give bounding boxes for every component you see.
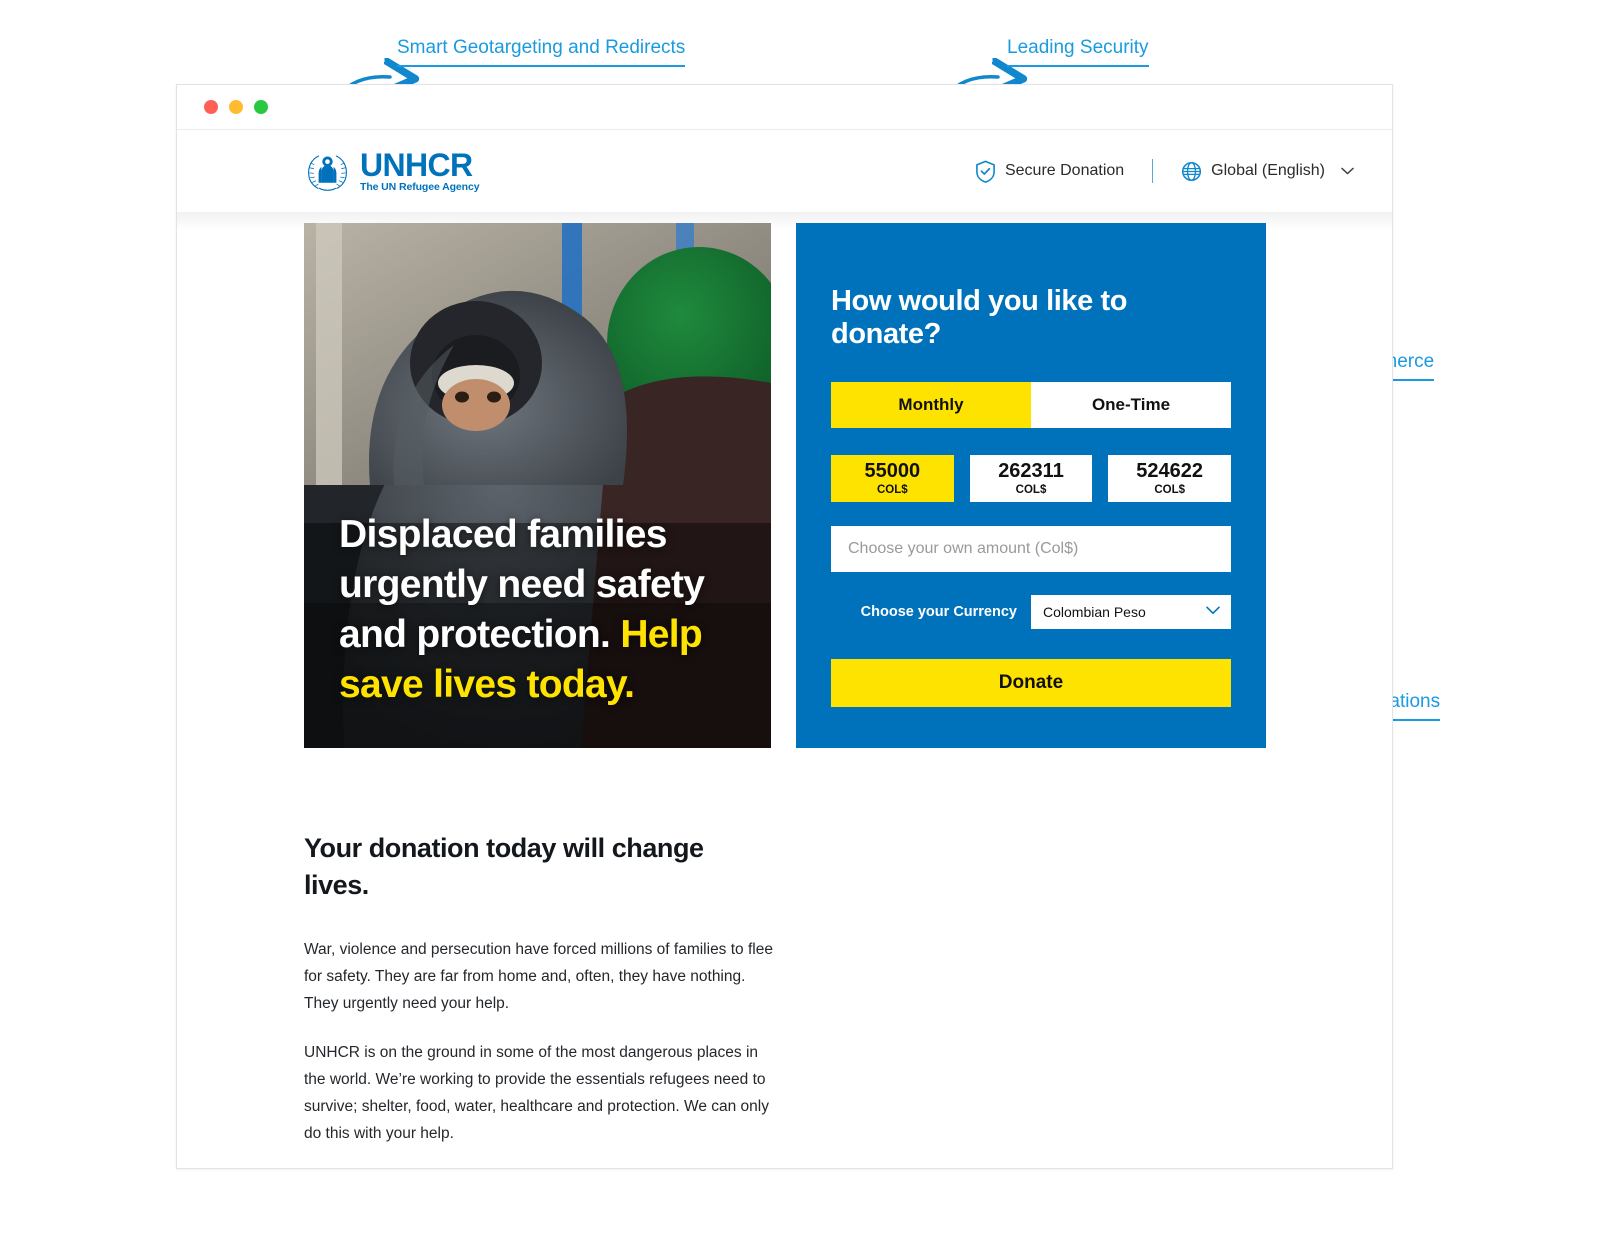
locale-label: Global (English) bbox=[1211, 162, 1325, 179]
secure-donation-indicator: Secure Donation bbox=[975, 160, 1124, 183]
amount-option-2[interactable]: 262311 COL$ bbox=[969, 455, 1093, 502]
browser-titlebar bbox=[177, 85, 1392, 130]
content-paragraph-1: War, violence and persecution have force… bbox=[304, 941, 773, 1012]
amount-option-1-value: 55000 bbox=[864, 459, 921, 482]
amount-option-2-currency: COL$ bbox=[1015, 483, 1047, 496]
frequency-option-one-time[interactable]: One-Time bbox=[1031, 382, 1231, 428]
header-divider bbox=[1152, 159, 1154, 183]
content-heading: Your donation today will change lives. bbox=[304, 833, 704, 900]
globe-icon bbox=[1182, 161, 1202, 181]
frequency-toggle: Monthly One-Time bbox=[831, 382, 1231, 428]
currency-select[interactable]: Colombian Peso bbox=[1031, 595, 1231, 629]
unhcr-logo[interactable]: UNHCR The UN Refugee Agency bbox=[304, 147, 480, 194]
donation-panel-title: How would you like to donate? bbox=[831, 285, 1128, 350]
currency-label: Choose your Currency bbox=[860, 604, 1017, 620]
donation-panel: How would you like to donate? Monthly On… bbox=[796, 223, 1266, 748]
chevron-down-icon bbox=[1341, 167, 1354, 175]
hero-section: Displaced families urgently need safety … bbox=[177, 223, 1392, 748]
chevron-down-icon bbox=[1206, 606, 1220, 614]
secure-donation-label: Secure Donation bbox=[1004, 162, 1125, 179]
shield-check-icon bbox=[976, 160, 995, 183]
hero-photo-top bbox=[304, 223, 771, 485]
amount-option-1[interactable]: 55000 COL$ bbox=[831, 455, 954, 502]
amount-options: 55000 COL$ 262311 COL$ 524622 COL$ bbox=[831, 455, 1232, 502]
amount-option-1-currency: COL$ bbox=[877, 483, 908, 496]
browser-window: UNHCR The UN Refugee Agency Secure Donat… bbox=[176, 84, 1393, 1169]
donate-submit-button[interactable]: Donate bbox=[831, 659, 1231, 707]
unhcr-emblem-icon bbox=[308, 154, 347, 191]
hero-headline: Displaced families urgently need safety … bbox=[339, 510, 743, 710]
hero-image bbox=[304, 223, 771, 485]
annotation-geotargeting: Smart Geotargeting and Redirects bbox=[397, 36, 686, 67]
currency-row: Choose your Currency Colombian Peso bbox=[831, 595, 1231, 629]
content-paragraph-2: UNHCR is on the ground in some of the mo… bbox=[304, 1044, 769, 1142]
content-section: Your donation today will change lives. W… bbox=[304, 830, 774, 1169]
hero-text-block: Displaced families urgently need safety … bbox=[304, 485, 771, 748]
window-maximize-button[interactable] bbox=[254, 100, 268, 114]
window-close-button[interactable] bbox=[204, 100, 218, 114]
logo-subtitle: The UN Refugee Agency bbox=[360, 181, 480, 194]
frequency-option-monthly[interactable]: Monthly bbox=[831, 382, 1031, 428]
locale-switcher[interactable]: Global (English) bbox=[1181, 161, 1354, 182]
annotation-leading-security: Leading Security bbox=[1007, 36, 1149, 67]
amount-option-3-currency: COL$ bbox=[1154, 483, 1186, 496]
header-utilities: Secure Donation Global (English) bbox=[975, 159, 1354, 183]
window-minimize-button[interactable] bbox=[229, 100, 243, 114]
site-header: UNHCR The UN Refugee Agency Secure Donat… bbox=[177, 130, 1392, 230]
currency-selected-value: Colombian Peso bbox=[1043, 604, 1146, 620]
amount-option-2-value: 262311 bbox=[998, 459, 1064, 482]
custom-amount-input[interactable] bbox=[831, 526, 1231, 572]
amount-option-3-value: 524622 bbox=[1136, 459, 1204, 482]
amount-option-3[interactable]: 524622 COL$ bbox=[1108, 455, 1232, 502]
logo-title: UNHCR bbox=[360, 147, 473, 184]
